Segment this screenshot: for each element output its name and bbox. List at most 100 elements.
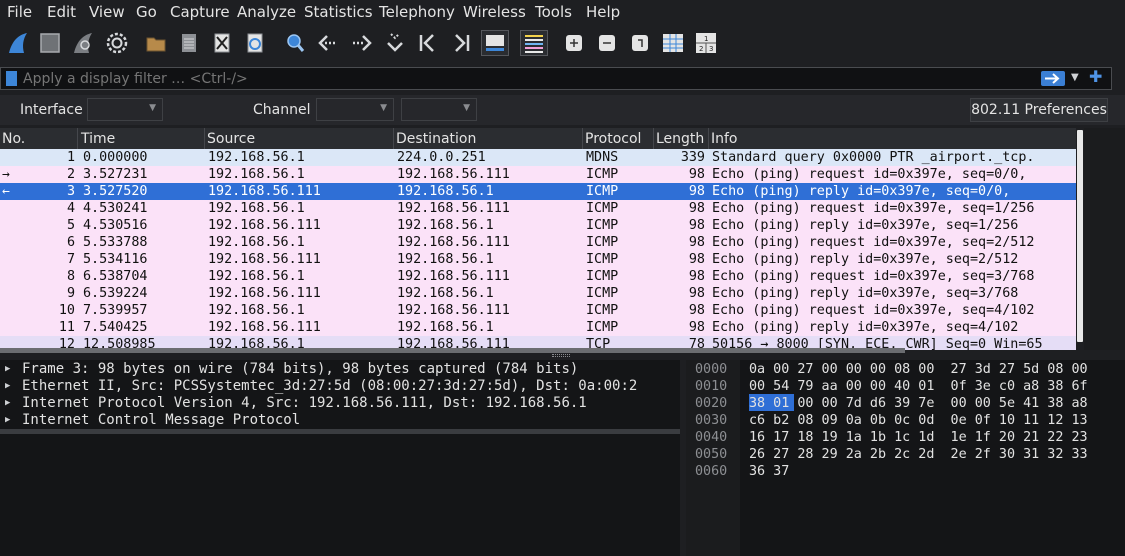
packet-row[interactable]: 8 6.538704 192.168.56.1 192.168.56.111 ICMP 9… xyxy=(0,268,1076,285)
save-file-icon[interactable] xyxy=(176,30,202,56)
last-packet-icon[interactable] xyxy=(448,30,474,56)
expand-subtrees-icon[interactable]: 123 xyxy=(693,30,719,56)
packet-row[interactable]: 1 0.000000 192.168.56.1 224.0.0.251 MDNS 339 S… xyxy=(0,149,1076,166)
autoscroll-icon[interactable] xyxy=(481,30,509,56)
column-header-source[interactable]: Source xyxy=(207,131,255,147)
packet-row[interactable]: → 2 3.527231 192.168.56.1 192.168.56.111 ICMP… xyxy=(0,166,1076,183)
menu-statistics[interactable]: Statistics xyxy=(304,3,373,21)
reply-arrow-icon: ← xyxy=(2,184,10,199)
interface-select[interactable]: ▼ xyxy=(87,98,163,121)
hex-line[interactable]: 0a 00 27 00 00 00 08 00 27 3d 27 5d 08 0… xyxy=(749,361,1088,378)
hex-line[interactable]: 38 01 00 00 7d d6 39 7e 00 00 5e 41 38 a… xyxy=(749,395,1088,412)
menu-telephony[interactable]: Telephony xyxy=(379,3,455,21)
column-divider[interactable] xyxy=(582,128,583,149)
find-icon[interactable] xyxy=(282,30,308,56)
go-forward-icon[interactable] xyxy=(349,30,375,56)
cell-length: 98 xyxy=(688,167,705,182)
restart-icon[interactable] xyxy=(70,30,96,56)
packet-row[interactable]: 9 6.539224 192.168.56.111 192.168.56.1 ICMP 9… xyxy=(0,285,1076,302)
column-divider[interactable] xyxy=(708,128,709,149)
hex-line[interactable]: 26 27 28 29 2a 2b 2c 2d 2e 2f 30 31 32 3… xyxy=(749,446,1088,463)
apply-filter-arrow-icon[interactable] xyxy=(1041,71,1065,86)
hex-line[interactable]: 00 54 79 aa 00 00 40 01 0f 3e c0 a8 38 6… xyxy=(749,378,1088,395)
packet-row[interactable]: 11 7.540425 192.168.56.111 192.168.56.1 ICMP… xyxy=(0,319,1076,336)
packet-row[interactable]: 4 4.530241 192.168.56.1 192.168.56.111 ICMP 9… xyxy=(0,200,1076,217)
cell-no: 2 xyxy=(66,167,75,182)
column-header-protocol[interactable]: Protocol xyxy=(585,131,641,147)
expand-arrow-icon[interactable]: ▶ xyxy=(5,395,10,412)
column-divider[interactable] xyxy=(393,128,394,149)
hex-line[interactable]: c6 b2 08 09 0a 0b 0c 0d 0e 0f 10 11 12 1… xyxy=(749,412,1088,429)
cell-no: 6 xyxy=(66,235,75,250)
reload-icon[interactable] xyxy=(242,30,268,56)
packet-row[interactable]: ← 3 3.527520 192.168.56.111 192.168.56.1 ICMP… xyxy=(0,183,1076,200)
packet-row[interactable]: 5 4.530516 192.168.56.111 192.168.56.1 ICMP 9… xyxy=(0,217,1076,234)
column-header-info[interactable]: Info xyxy=(711,131,738,147)
tree-item-ipv4[interactable]: ▶ Internet Protocol Version 4, Src: 192.1… xyxy=(0,395,680,412)
close-file-icon[interactable] xyxy=(209,30,235,56)
menu-go[interactable]: Go xyxy=(136,3,157,21)
cell-protocol: ICMP xyxy=(586,320,619,335)
column-divider[interactable] xyxy=(77,128,78,149)
zoom-out-icon[interactable] xyxy=(594,30,620,56)
menu-tools[interactable]: Tools xyxy=(535,3,572,21)
packet-list-scrollbar[interactable] xyxy=(1076,128,1084,350)
column-header-time[interactable]: Time xyxy=(81,131,115,147)
svg-text:2: 2 xyxy=(699,45,703,53)
cell-destination: 192.168.56.1 xyxy=(397,184,494,199)
add-filter-button-icon[interactable]: ✚ xyxy=(1089,67,1102,86)
packet-row[interactable]: 6 5.533788 192.168.56.1 192.168.56.111 ICMP 9… xyxy=(0,234,1076,251)
chevron-down-icon: ▼ xyxy=(380,103,387,113)
preferences-button[interactable]: 802.11 Preferences xyxy=(970,98,1108,122)
display-filter-input[interactable] xyxy=(23,70,1023,87)
cell-destination: 224.0.0.251 xyxy=(397,150,486,165)
cell-time: 5.533788 xyxy=(83,235,148,250)
options-gear-icon[interactable] xyxy=(104,30,130,56)
stop-icon[interactable] xyxy=(37,30,63,56)
normal-size-icon[interactable] xyxy=(627,30,653,56)
cell-no: 11 xyxy=(58,320,75,335)
go-to-packet-icon[interactable] xyxy=(382,30,408,56)
packet-row[interactable]: 10 7.539957 192.168.56.1 192.168.56.111 ICMP… xyxy=(0,302,1076,319)
filter-history-dropdown-icon[interactable]: ▼ xyxy=(1071,72,1079,83)
menu-help[interactable]: Help xyxy=(586,3,620,21)
cell-destination: 192.168.56.111 xyxy=(397,303,510,318)
open-folder-icon[interactable] xyxy=(143,30,169,56)
expand-arrow-icon[interactable]: ▶ xyxy=(5,412,10,429)
channel-select[interactable]: ▼ xyxy=(316,98,394,121)
scrollbar-thumb[interactable] xyxy=(1077,130,1083,342)
colorize-icon[interactable] xyxy=(520,30,548,56)
zoom-in-icon[interactable] xyxy=(561,30,587,56)
column-divider[interactable] xyxy=(204,128,205,149)
details-horizontal-scrollbar[interactable] xyxy=(0,429,680,434)
cell-protocol: ICMP xyxy=(586,201,619,216)
menu-wireless[interactable]: Wireless xyxy=(463,3,526,21)
column-header-length[interactable]: Length xyxy=(656,131,704,147)
splitter-grip-icon[interactable] xyxy=(552,354,570,357)
menu-edit[interactable]: Edit xyxy=(47,3,76,21)
menu-capture[interactable]: Capture xyxy=(170,3,230,21)
resize-columns-icon[interactable] xyxy=(660,30,686,56)
menu-view[interactable]: View xyxy=(89,3,125,21)
menu-analyze[interactable]: Analyze xyxy=(237,3,296,21)
expand-arrow-icon[interactable]: ▶ xyxy=(5,378,10,395)
column-header-no[interactable]: No. xyxy=(2,131,25,147)
pane-splitter[interactable] xyxy=(0,353,1125,360)
hex-line[interactable]: 16 17 18 19 1a 1b 1c 1d 1e 1f 20 21 22 2… xyxy=(749,429,1088,446)
tree-item-icmp[interactable]: ▶ Internet Control Message Protocol xyxy=(0,412,680,429)
hex-line[interactable]: 36 37 xyxy=(749,463,789,480)
tree-item-frame[interactable]: ▶ Frame 3: 98 bytes on wire (784 bits), 9… xyxy=(0,361,680,378)
shark-fin-icon[interactable] xyxy=(5,30,31,56)
cell-length: 98 xyxy=(688,269,705,284)
cell-length: 98 xyxy=(688,201,705,216)
column-header-destination[interactable]: Destination xyxy=(396,131,476,147)
first-packet-icon[interactable] xyxy=(415,30,441,56)
column-divider[interactable] xyxy=(653,128,654,149)
bookmark-icon[interactable] xyxy=(6,71,17,86)
go-back-icon[interactable] xyxy=(315,30,341,56)
menu-file[interactable]: File xyxy=(7,3,32,21)
tree-item-ethernet[interactable]: ▶ Ethernet II, Src: PCSSystemtec_3d:27:5d… xyxy=(0,378,680,395)
expand-arrow-icon[interactable]: ▶ xyxy=(5,361,10,378)
packet-row[interactable]: 7 5.534116 192.168.56.111 192.168.56.1 ICMP 9… xyxy=(0,251,1076,268)
channel-width-select[interactable]: ▼ xyxy=(401,98,477,121)
